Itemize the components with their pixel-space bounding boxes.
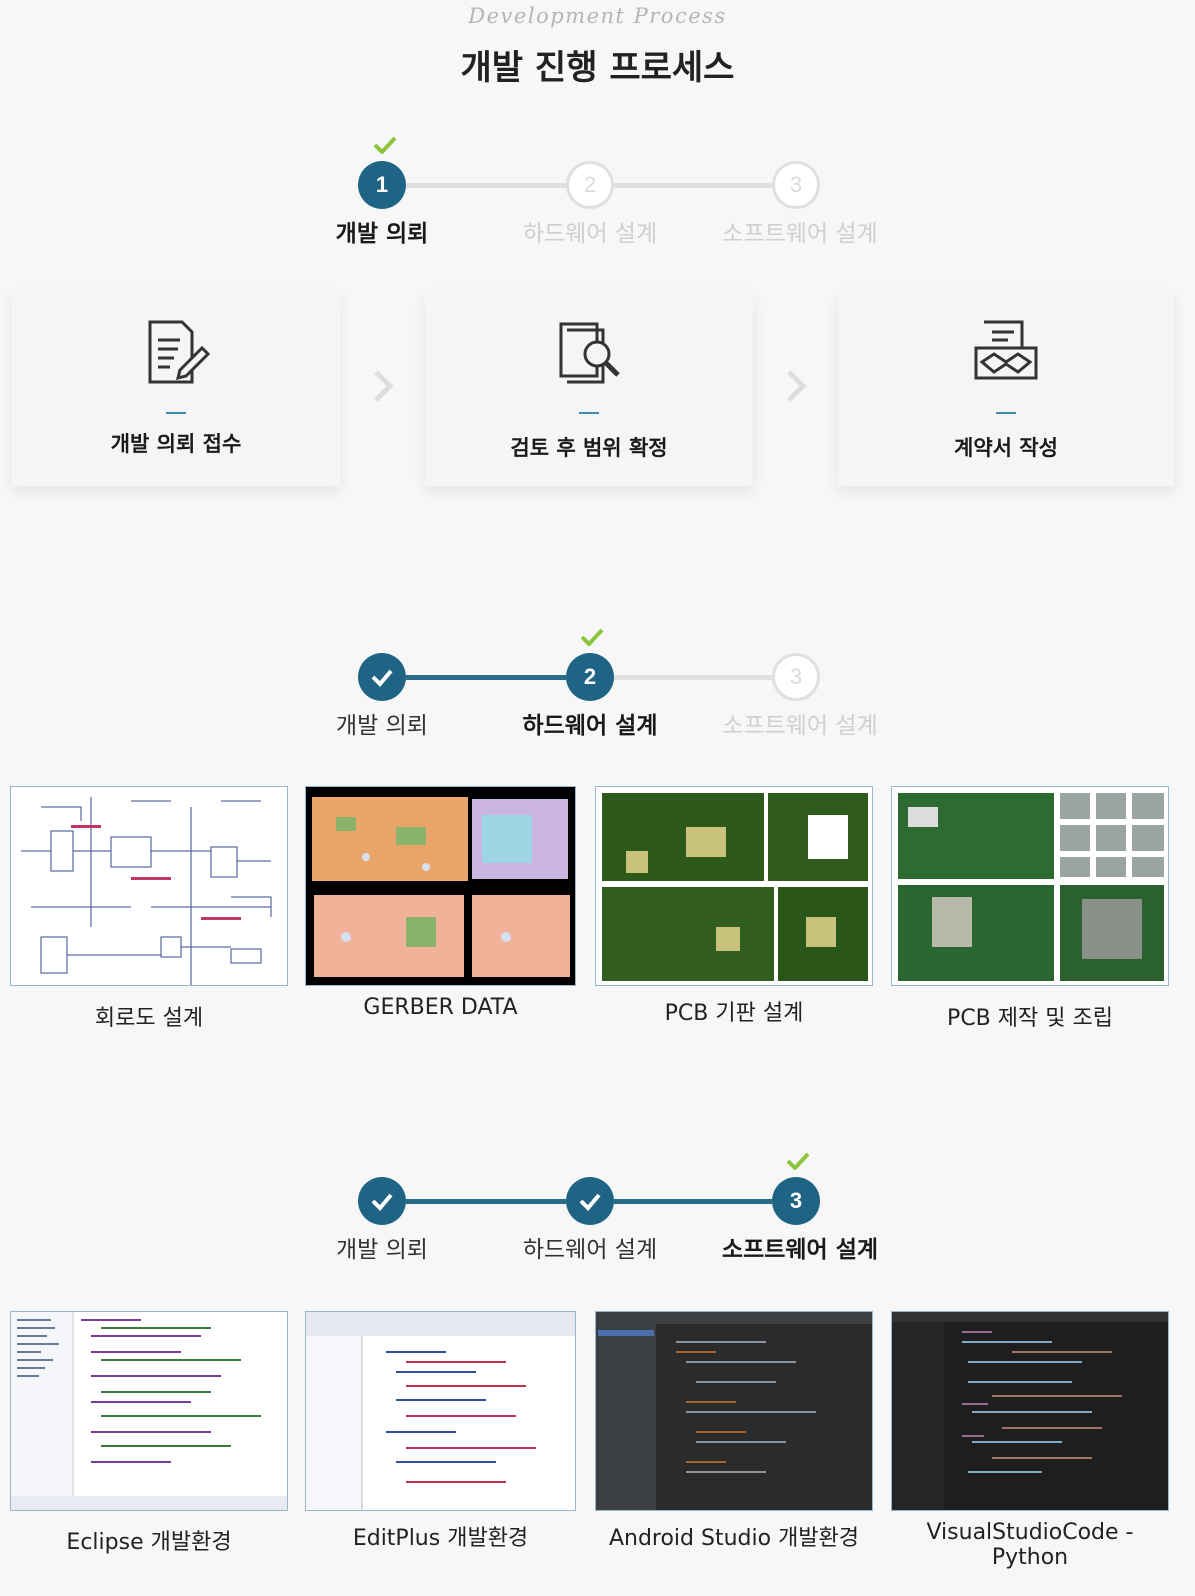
- pcb-assembly-image: [891, 786, 1169, 986]
- step-label-3[interactable]: 소프트웨어 설계: [690, 706, 910, 740]
- step-label-1[interactable]: 개발 의뢰: [272, 706, 492, 740]
- gerber-image: [305, 786, 576, 986]
- card-title: 검토 후 범위 확정: [510, 436, 668, 460]
- step-label-2[interactable]: 하드웨어 설계: [480, 1230, 700, 1264]
- step-circle-2-done[interactable]: [566, 1177, 614, 1225]
- step-circle-1[interactable]: 1: [358, 161, 406, 209]
- check-icon: [580, 628, 604, 646]
- caption-schematic: 회로도 설계: [94, 1006, 204, 1031]
- progress-line-done: [614, 1199, 772, 1204]
- step-label-2[interactable]: 하드웨어 설계: [480, 214, 700, 248]
- document-search-icon: [559, 322, 620, 384]
- card-contract: 계약서 작성: [838, 290, 1174, 486]
- caption-eclipse: Eclipse 개발환경: [66, 1530, 232, 1555]
- android-studio-screenshot: [595, 1311, 873, 1511]
- progress-line: [614, 675, 772, 680]
- caption-vscode: VisualStudioCode - Python: [926, 1520, 1134, 1570]
- step-label-1[interactable]: 개발 의뢰: [272, 1230, 492, 1264]
- schematic-image: [10, 786, 288, 986]
- step-circle-1-done[interactable]: [358, 1177, 406, 1225]
- card-divider: [166, 412, 186, 414]
- card-divider: [996, 412, 1016, 414]
- card-title: 계약서 작성: [954, 436, 1058, 460]
- card-title: 개발 의뢰 접수: [110, 432, 242, 456]
- progress-line-done: [406, 675, 566, 680]
- caption-pcb-assembly: PCB 제작 및 조립: [947, 1006, 1113, 1031]
- check-icon: [373, 136, 397, 154]
- step-label-3[interactable]: 소프트웨어 설계: [690, 214, 910, 248]
- step-circle-1-done[interactable]: [358, 653, 406, 701]
- document-edit-icon: [148, 320, 210, 384]
- step-circle-2[interactable]: 2: [566, 653, 614, 701]
- section-script-title: Development Process: [468, 4, 727, 28]
- stepper-step2: 2 3 개발 의뢰 하드웨어 설계 소프트웨어 설계: [0, 628, 1195, 752]
- card-review: 검토 후 범위 확정: [425, 290, 753, 486]
- step-circle-3[interactable]: 3: [772, 653, 820, 701]
- caption-gerber: GERBER DATA: [363, 995, 518, 1020]
- chevron-right-icon: [787, 370, 807, 402]
- step-label-2[interactable]: 하드웨어 설계: [480, 706, 700, 740]
- step-circle-3[interactable]: 3: [772, 161, 820, 209]
- step-label-1[interactable]: 개발 의뢰: [272, 214, 492, 248]
- card-divider: [579, 412, 599, 414]
- contract-handshake-icon: [974, 320, 1038, 380]
- progress-line-done: [406, 1199, 566, 1204]
- stepper-step1: 1 2 3 개발 의뢰 하드웨어 설계 소프트웨어 설계: [0, 136, 1195, 260]
- step-circle-2[interactable]: 2: [566, 161, 614, 209]
- page-title: 개발 진행 프로세스: [460, 48, 735, 88]
- step-circle-3[interactable]: 3: [772, 1177, 820, 1225]
- caption-pcb-design: PCB 기판 설계: [664, 1001, 804, 1026]
- editplus-screenshot: [305, 1311, 576, 1511]
- vscode-python-screenshot: [891, 1311, 1169, 1511]
- step-label-3[interactable]: 소프트웨어 설계: [690, 1230, 910, 1264]
- check-icon: [786, 1152, 810, 1170]
- caption-android-studio: Android Studio 개발환경: [608, 1526, 860, 1551]
- chevron-right-icon: [374, 370, 394, 402]
- card-request: 개발 의뢰 접수: [12, 290, 340, 486]
- check-icon: [371, 669, 393, 687]
- stepper-step3: 3 개발 의뢰 하드웨어 설계 소프트웨어 설계: [0, 1152, 1195, 1276]
- eclipse-screenshot: [10, 1311, 288, 1511]
- check-icon: [579, 1193, 601, 1211]
- pcb-design-image: [595, 786, 873, 986]
- caption-editplus: EditPlus 개발환경: [352, 1526, 529, 1551]
- check-icon: [371, 1193, 393, 1211]
